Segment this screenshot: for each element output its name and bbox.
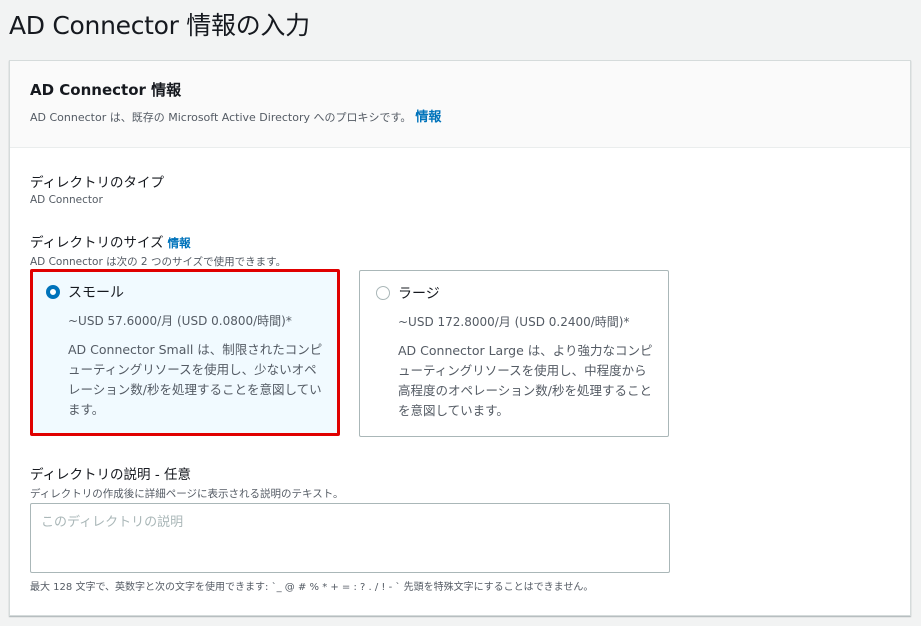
- directory-size-label-text: ディレクトリのサイズ: [30, 235, 164, 251]
- directory-size-hint: AD Connector は次の 2 つのサイズで使用できます。: [30, 256, 287, 268]
- directory-size-label: ディレクトリのサイズ 情報: [30, 231, 286, 251]
- size-option-small-head: スモール: [46, 282, 337, 302]
- size-option-large-price: ~USD 172.8000/月 (USD 0.2400/時間)*: [398, 315, 630, 329]
- directory-type-value: AD Connector: [30, 194, 103, 206]
- size-option-large-title: ラージ: [398, 286, 440, 302]
- size-option-small-title: スモール: [68, 285, 124, 301]
- directory-description-hint: ディレクトリの作成後に詳細ページに表示される説明のテキスト。: [30, 488, 344, 500]
- directory-type-label: ディレクトリのタイプ: [30, 175, 165, 191]
- panel-info-link[interactable]: 情報: [415, 110, 441, 125]
- size-option-small[interactable]: スモール ~USD 57.6000/月 (USD 0.0800/時間)* AD …: [30, 269, 340, 436]
- directory-description-label: ディレクトリの説明 - 任意: [30, 467, 192, 483]
- panel-description: AD Connector は、既存の Microsoft Active Dire…: [30, 106, 910, 125]
- size-option-large[interactable]: ラージ ~USD 172.8000/月 (USD 0.2400/時間)* AD …: [359, 270, 669, 437]
- directory-description-constraint: 最大 128 文字で、英数字と次の文字を使用できます: `_ @ # % * +…: [30, 582, 594, 593]
- size-option-large-description: AD Connector Large は、より強力なコンピューティングリソースを…: [398, 343, 653, 418]
- size-option-small-description: AD Connector Small は、制限されたコンピューティングリソースを…: [68, 342, 323, 417]
- radio-small[interactable]: [46, 285, 60, 299]
- directory-description-input[interactable]: [30, 503, 670, 573]
- directory-type-field: ディレクトリのタイプ AD Connector: [30, 171, 164, 206]
- radio-large[interactable]: [376, 286, 390, 300]
- directory-size-field: ディレクトリのサイズ 情報 AD Connector は次の 2 つのサイズで使用…: [30, 231, 286, 269]
- page-title: AD Connector 情報の入力: [9, 11, 310, 40]
- directory-size-info-link[interactable]: 情報: [168, 236, 191, 250]
- directory-description-field: ディレクトリの説明 - 任意 ディレクトリの作成後に詳細ページに表示される説明の…: [30, 463, 344, 501]
- size-option-small-price: ~USD 57.6000/月 (USD 0.0800/時間)*: [68, 314, 292, 328]
- panel-heading: AD Connector 情報: [30, 81, 182, 99]
- ad-connector-info-panel: AD Connector 情報 AD Connector は、既存の Micro…: [9, 60, 911, 616]
- size-option-large-head: ラージ: [376, 283, 668, 303]
- panel-description-text: AD Connector は、既存の Microsoft Active Dire…: [30, 111, 412, 124]
- panel-header: AD Connector 情報 AD Connector は、既存の Micro…: [10, 61, 910, 148]
